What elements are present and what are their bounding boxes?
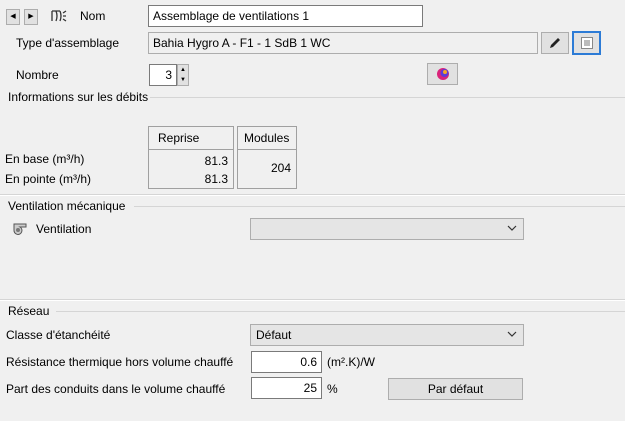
classe-select[interactable]: Défaut xyxy=(250,324,524,346)
default-button[interactable]: Par défaut xyxy=(388,378,523,400)
debits-section-line xyxy=(150,97,625,98)
next-arrow-icon: ▶ xyxy=(28,13,34,20)
chevron-down-icon xyxy=(507,219,517,239)
color-button[interactable] xyxy=(427,63,458,85)
color-palette-icon xyxy=(435,68,451,85)
prev-arrow-icon: ◀ xyxy=(10,13,16,20)
reprise-panel: Reprise 81.3 81.3 xyxy=(148,126,234,189)
select-window-button[interactable] xyxy=(572,31,601,55)
chevron-down-icon xyxy=(507,325,517,345)
name-label: Nom xyxy=(80,9,106,23)
resistance-unit: (m².K)/W xyxy=(327,355,375,369)
reprise-base-value: 81.3 xyxy=(204,154,228,168)
resistance-label: Résistance thermique hors volume chauffé xyxy=(6,355,234,369)
ventilation-label: Ventilation xyxy=(36,222,92,236)
select-window-icon xyxy=(580,37,594,53)
separator-highlight xyxy=(0,300,625,301)
classe-label: Classe d'étanchéité xyxy=(6,328,111,342)
reprise-header: Reprise xyxy=(158,131,200,145)
prev-button[interactable]: ◀ xyxy=(6,9,20,25)
count-stepper[interactable]: ▲ ▼ xyxy=(177,64,189,86)
next-button[interactable]: ▶ xyxy=(24,9,38,25)
stepper-up-icon[interactable]: ▲ xyxy=(178,65,188,75)
modules-header: Modules xyxy=(244,131,290,145)
part-unit: % xyxy=(327,382,338,396)
stepper-down-icon[interactable]: ▼ xyxy=(178,75,188,85)
fan-icon xyxy=(50,8,68,24)
edit-button[interactable] xyxy=(541,32,569,54)
base-row-label: En base (m³/h) xyxy=(5,152,85,166)
classe-select-value: Défaut xyxy=(256,328,292,342)
reseau-section-title: Réseau xyxy=(8,304,50,318)
ventilation-section-title: Ventilation mécanique xyxy=(8,199,126,213)
name-input[interactable]: Assemblage de ventilations 1 xyxy=(148,5,423,27)
ventilation-select[interactable] xyxy=(250,218,524,240)
ventilation-icon xyxy=(12,222,30,236)
reseau-section-line xyxy=(56,311,625,312)
count-label: Nombre xyxy=(16,68,59,82)
pointe-row-label: En pointe (m³/h) xyxy=(5,172,92,186)
ventilation-section-line xyxy=(134,206,625,207)
modules-header-line xyxy=(238,149,296,150)
reprise-pointe-value: 81.3 xyxy=(204,172,228,186)
separator-highlight xyxy=(0,195,625,196)
type-field: Bahia Hygro A - F1 - 1 SdB 1 WC xyxy=(148,32,538,54)
modules-panel: Modules 204 xyxy=(237,126,297,189)
debits-section-title: Informations sur les débits xyxy=(8,90,149,104)
reprise-header-line xyxy=(149,149,233,150)
resistance-input[interactable]: 0.6 xyxy=(251,351,322,373)
edit-pencil-icon xyxy=(548,38,562,53)
part-input[interactable]: 25 xyxy=(251,377,322,399)
part-label: Part des conduits dans le volume chauffé xyxy=(6,382,226,396)
type-label: Type d'assemblage xyxy=(16,36,120,50)
modules-value: 204 xyxy=(270,161,291,175)
count-input[interactable]: 3 xyxy=(149,64,177,86)
